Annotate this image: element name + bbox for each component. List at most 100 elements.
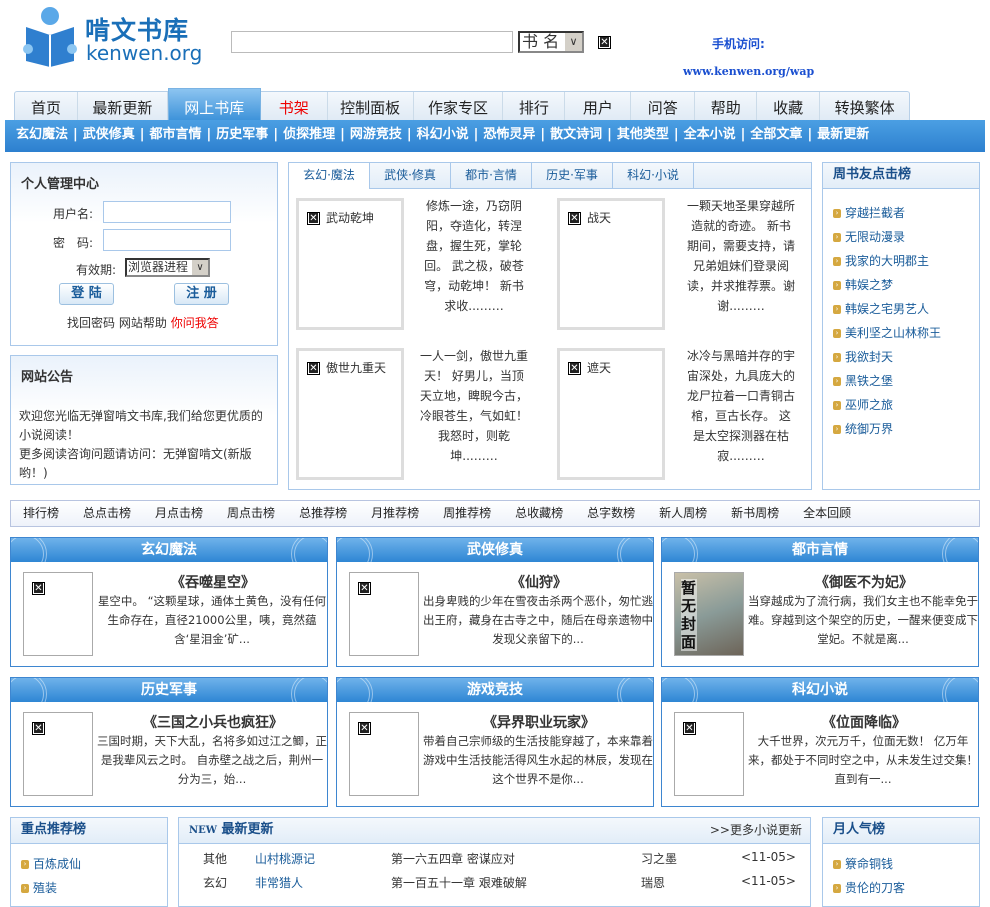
featured-tab-wuxia[interactable]: 武侠·修真: [370, 163, 451, 188]
book-link[interactable]: 百炼成仙: [33, 857, 81, 871]
list-item[interactable]: › 簝命铜钱: [833, 852, 979, 876]
book-title[interactable]: 《异界职业玩家》: [425, 712, 653, 732]
book-link[interactable]: 黑铁之堡: [845, 374, 893, 388]
list-item[interactable]: › 巫师之旅: [833, 393, 979, 417]
featured-book-cover[interactable]: 傲世九重天: [296, 348, 404, 480]
category-box-title[interactable]: 玄幻魔法: [11, 538, 327, 562]
category-link[interactable]: 玄幻魔法: [16, 127, 68, 142]
rank-link[interactable]: 总点击榜: [83, 501, 131, 526]
category-link[interactable]: 全部文章: [750, 127, 802, 142]
rank-link[interactable]: 月推荐榜: [371, 501, 419, 526]
featured-tab-history[interactable]: 历史·军事: [532, 163, 613, 188]
book-link[interactable]: 韩娱之宅男艺人: [845, 302, 929, 316]
site-help-link[interactable]: 网站帮助: [119, 316, 167, 330]
book-title[interactable]: 《位面降临》: [750, 712, 978, 732]
list-item[interactable]: › 美利坚之山林称王: [833, 321, 979, 345]
featured-book-cover[interactable]: 武动乾坤: [296, 198, 404, 330]
book-cover[interactable]: [349, 712, 419, 796]
list-item[interactable]: › 穿越拦截者: [833, 201, 979, 225]
category-box-title[interactable]: 游戏竞技: [337, 678, 653, 702]
update-book[interactable]: 山村桃源记: [255, 850, 315, 867]
list-item[interactable]: › 无限动漫录: [833, 225, 979, 249]
category-link[interactable]: 都市言情: [150, 127, 202, 142]
nav-tab-favorites[interactable]: 收藏: [757, 92, 821, 121]
book-link[interactable]: 巫师之旅: [845, 398, 893, 412]
book-link[interactable]: 无限动漫录: [845, 230, 905, 244]
rank-link[interactable]: 周点击榜: [227, 501, 275, 526]
book-link[interactable]: 我家的大明郡主: [845, 254, 929, 268]
username-input[interactable]: [103, 201, 231, 223]
search-input[interactable]: [231, 31, 513, 53]
rank-link[interactable]: 新人周榜: [659, 501, 707, 526]
wap-link[interactable]: www.kenwen.org/wap: [683, 65, 814, 78]
book-cover[interactable]: [23, 572, 93, 656]
rank-link[interactable]: 新书周榜: [731, 501, 779, 526]
category-link[interactable]: 全本小说: [684, 127, 736, 142]
book-cover[interactable]: [23, 712, 93, 796]
list-item[interactable]: › 我欲封天: [833, 345, 979, 369]
category-box-title[interactable]: 都市言情: [662, 538, 978, 562]
book-link[interactable]: 簝命铜钱: [845, 857, 893, 871]
category-link[interactable]: 武侠修真: [83, 127, 135, 142]
rank-link[interactable]: 总收藏榜: [515, 501, 563, 526]
search-type-select[interactable]: 书 名 ∨: [518, 31, 584, 53]
nav-tab-author[interactable]: 作家专区: [414, 92, 504, 121]
book-link[interactable]: 穿越拦截者: [845, 206, 905, 220]
nav-tab-home[interactable]: 首页: [15, 92, 78, 121]
update-book[interactable]: 非常猎人: [255, 874, 303, 891]
password-input[interactable]: [103, 229, 231, 251]
featured-book-cover[interactable]: 战天: [557, 198, 665, 330]
update-chapter[interactable]: 第一六五四章 密谋应对: [391, 850, 515, 867]
recover-password-link[interactable]: 找回密码: [67, 316, 115, 330]
category-box-title[interactable]: 历史军事: [11, 678, 327, 702]
nav-tab-help[interactable]: 帮助: [695, 92, 758, 121]
book-cover[interactable]: [674, 712, 744, 796]
more-updates-link[interactable]: >>更多小说更新: [710, 818, 802, 842]
list-item[interactable]: › 殖装: [21, 876, 167, 900]
rank-link[interactable]: 排行榜: [23, 501, 59, 526]
category-box-title[interactable]: 武侠修真: [337, 538, 653, 562]
book-link[interactable]: 美利坚之山林称王: [845, 326, 941, 340]
book-title[interactable]: 《仙狩》: [425, 572, 653, 592]
book-link[interactable]: 韩娱之梦: [845, 278, 893, 292]
nav-tab-user[interactable]: 用户: [565, 92, 632, 121]
book-link[interactable]: 我欲封天: [845, 350, 893, 364]
category-link[interactable]: 最新更新: [817, 127, 869, 142]
list-item[interactable]: › 贵伦的刀客: [833, 876, 979, 900]
list-item[interactable]: › 统御万界: [833, 417, 979, 441]
list-item[interactable]: › 韩娱之宅男艺人: [833, 297, 979, 321]
book-cover[interactable]: 暂无封面: [674, 572, 744, 656]
category-link[interactable]: 网游竞技: [350, 127, 402, 142]
rank-link[interactable]: 总字数榜: [587, 501, 635, 526]
qa-link[interactable]: 你问我答: [171, 316, 219, 330]
book-title[interactable]: 《三国之小兵也疯狂》: [99, 712, 327, 732]
book-title[interactable]: 《御医不为妃》: [750, 572, 978, 592]
list-item[interactable]: › 百炼成仙: [21, 852, 167, 876]
book-cover[interactable]: [349, 572, 419, 656]
featured-book-cover[interactable]: 遮天: [557, 348, 665, 480]
nav-tab-latest[interactable]: 最新更新: [78, 92, 168, 121]
category-link[interactable]: 侦探推理: [283, 127, 335, 142]
category-link[interactable]: 散文诗词: [550, 127, 602, 142]
login-button[interactable]: 登 陆: [59, 283, 114, 305]
book-link[interactable]: 贵伦的刀客: [845, 881, 905, 895]
rank-link[interactable]: 全本回顾: [803, 501, 851, 526]
rank-link[interactable]: 周推荐榜: [443, 501, 491, 526]
list-item[interactable]: › 我家的大明郡主: [833, 249, 979, 273]
featured-tab-scifi[interactable]: 科幻·小说: [613, 163, 694, 188]
list-item[interactable]: › 黑铁之堡: [833, 369, 979, 393]
book-title[interactable]: 《吞噬星空》: [99, 572, 327, 592]
category-link[interactable]: 恐怖灵异: [483, 127, 535, 142]
rank-link[interactable]: 总推荐榜: [299, 501, 347, 526]
featured-tab-urban[interactable]: 都市·言情: [451, 163, 532, 188]
category-link[interactable]: 科幻小说: [417, 127, 469, 142]
book-link[interactable]: 殖装: [33, 881, 57, 895]
featured-tab-fantasy[interactable]: 玄幻·魔法: [289, 163, 370, 189]
nav-tab-bookshelf[interactable]: 书架: [261, 92, 328, 121]
category-link[interactable]: 历史军事: [216, 127, 268, 142]
category-box-title[interactable]: 科幻小说: [662, 678, 978, 702]
register-button[interactable]: 注 册: [174, 283, 229, 305]
rank-link[interactable]: 月点击榜: [155, 501, 203, 526]
nav-tab-control-panel[interactable]: 控制面板: [328, 92, 414, 121]
list-item[interactable]: › 韩娱之梦: [833, 273, 979, 297]
